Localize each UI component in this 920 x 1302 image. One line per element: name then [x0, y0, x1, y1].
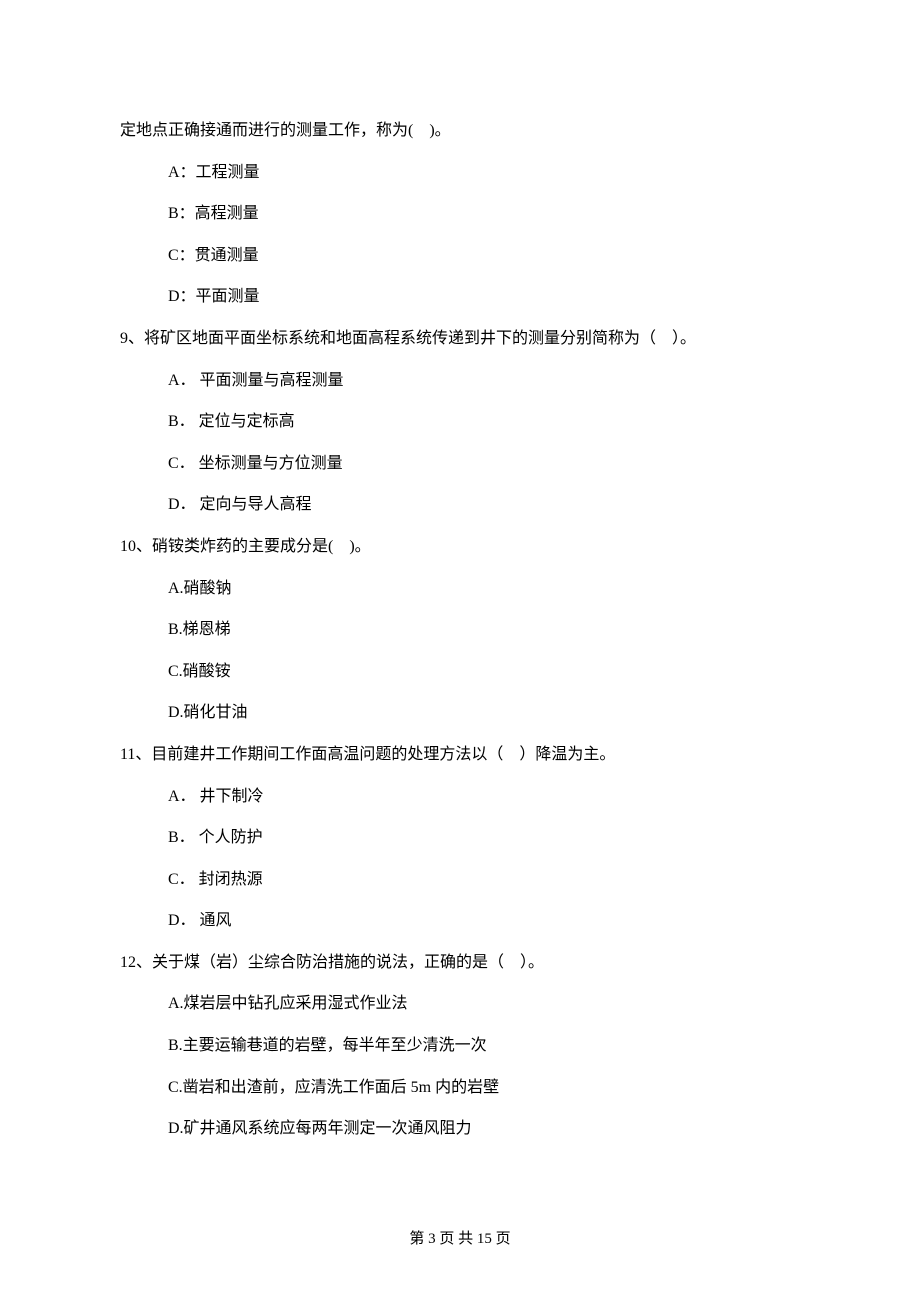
question-9-option-a: A． 平面测量与高程测量: [120, 360, 800, 402]
question-10-option-c: C.硝酸铵: [120, 651, 800, 693]
question-9-option-d: D． 定向与导人高程: [120, 484, 800, 526]
question-12-option-a: A.煤岩层中钻孔应采用湿式作业法: [120, 983, 800, 1025]
question-10-option-d: D.硝化甘油: [120, 692, 800, 734]
question-12-stem: 12、关于煤（岩）尘综合防治措施的说法，正确的是（ ）。: [120, 942, 800, 984]
question-10-stem: 10、硝铵类炸药的主要成分是( )。: [120, 526, 800, 568]
question-9-option-c: C． 坐标测量与方位测量: [120, 443, 800, 485]
question-8-option-d: D：平面测量: [120, 276, 800, 318]
question-10-option-b: B.梯恩梯: [120, 609, 800, 651]
question-12-option-c: C.凿岩和出渣前，应清洗工作面后 5m 内的岩壁: [120, 1067, 800, 1109]
question-11-option-c: C． 封闭热源: [120, 859, 800, 901]
question-8-option-b: B：高程测量: [120, 193, 800, 235]
question-11-option-d: D． 通风: [120, 900, 800, 942]
question-9-option-b: B． 定位与定标高: [120, 401, 800, 443]
question-11-option-b: B． 个人防护: [120, 817, 800, 859]
question-12-option-d: D.矿井通风系统应每两年测定一次通风阻力: [120, 1108, 800, 1150]
question-10-option-a: A.硝酸钠: [120, 568, 800, 610]
question-8-continuation: 定地点正确接通而进行的测量工作，称为( )。: [120, 110, 800, 152]
question-8-option-a: A：工程测量: [120, 152, 800, 194]
question-8-option-c: C：贯通测量: [120, 235, 800, 277]
question-11-option-a: A． 井下制冷: [120, 776, 800, 818]
document-page: 定地点正确接通而进行的测量工作，称为( )。 A：工程测量 B：高程测量 C：贯…: [0, 0, 920, 1302]
question-11-stem: 11、目前建井工作期间工作面高温问题的处理方法以（ ）降温为主。: [120, 734, 800, 776]
page-footer: 第 3 页 共 15 页: [0, 1232, 920, 1247]
question-12-option-b: B.主要运输巷道的岩壁，每半年至少清洗一次: [120, 1025, 800, 1067]
question-9-stem: 9、将矿区地面平面坐标系统和地面高程系统传递到井下的测量分别简称为（ ）。: [120, 318, 800, 360]
